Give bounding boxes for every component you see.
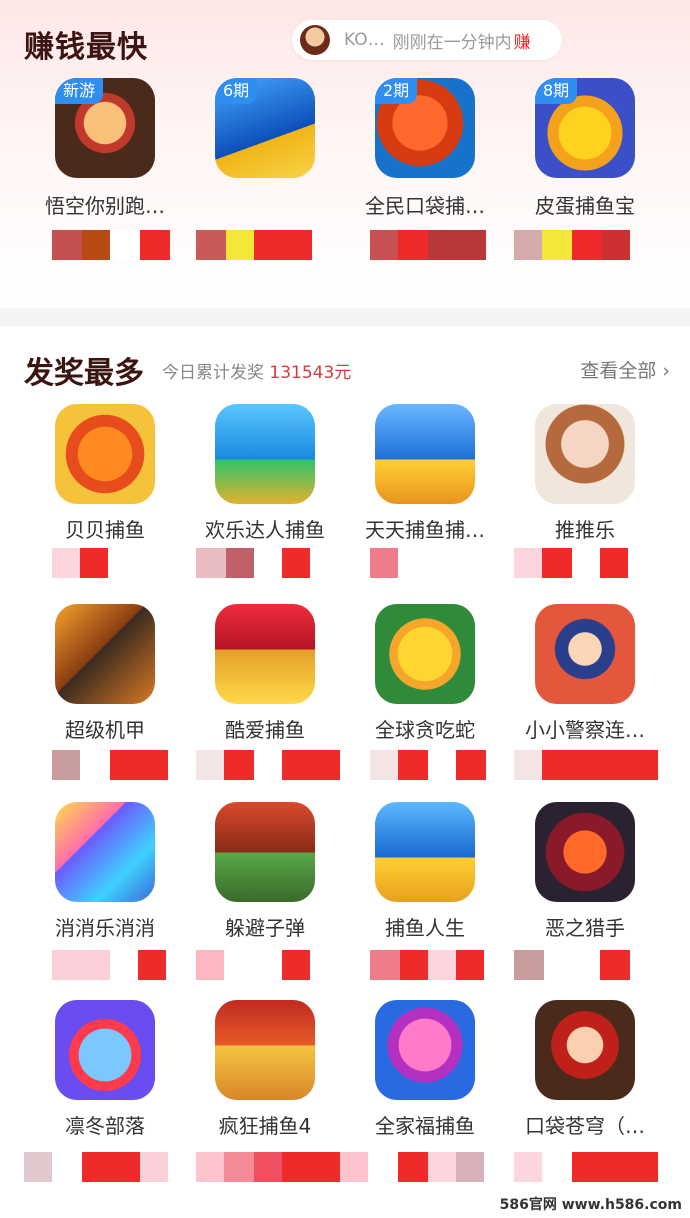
shark-treasure-icon: [375, 802, 475, 902]
period-badge: 6期: [215, 78, 258, 104]
award-app-5[interactable]: 超级机甲: [30, 604, 180, 743]
red-fish-icon: 2期: [375, 78, 475, 178]
shark-cannon-icon: [215, 404, 315, 504]
mech-ship-icon: [55, 604, 155, 704]
award-app-16[interactable]: 口袋苍穹（…: [510, 1000, 660, 1139]
award-app-9[interactable]: 消消乐消消: [30, 802, 180, 941]
watermark: 586官网 www.h586.com: [499, 1197, 682, 1213]
pink-fish-icon: [375, 1000, 475, 1100]
tank-icon: [215, 802, 315, 902]
top-section: 赚钱最快 KO… 刚刚在一分钟内 赚 新游 悟空你别跑… 6期 2期 全民口袋捕…: [0, 0, 690, 308]
period-badge: 2期: [375, 78, 418, 104]
redacted-block: [370, 230, 486, 260]
award-app-14[interactable]: 疯狂捕鱼4: [190, 1000, 340, 1139]
app-name: 躲避子弹: [225, 916, 305, 940]
hero-boy-icon: [535, 1000, 635, 1100]
app-name: 天天捕鱼捕…: [365, 518, 485, 542]
app-name: 酷爱捕鱼: [225, 718, 305, 742]
app-name: 欢乐达人捕鱼: [205, 518, 325, 542]
clownfish-icon: [55, 404, 155, 504]
shark-fishing-icon: 6期: [215, 78, 315, 178]
period-badge: 8期: [535, 78, 578, 104]
redacted-block: [196, 1152, 368, 1182]
award-app-2[interactable]: 欢乐达人捕鱼: [190, 404, 340, 543]
app-name: 全家福捕鱼: [375, 1114, 475, 1138]
app-name: 口袋苍穹（…: [525, 1114, 645, 1138]
award-app-13[interactable]: 凛冬部落: [30, 1000, 180, 1139]
redacted-block: [514, 548, 628, 578]
redacted-block: [514, 750, 658, 780]
award-subtitle-prefix: 今日累计发奖: [162, 363, 264, 383]
girl-portrait-icon: [535, 404, 635, 504]
app-name: 疯狂捕鱼4: [218, 1114, 312, 1138]
award-app-12[interactable]: 恶之猎手: [510, 802, 660, 941]
redacted-block: [398, 1152, 484, 1182]
app-name: 悟空你别跑…: [45, 194, 165, 218]
redacted-block: [196, 230, 312, 260]
redacted-block: [370, 950, 484, 980]
award-app-15[interactable]: 全家福捕鱼: [350, 1000, 500, 1139]
redacted-block: [52, 548, 108, 578]
redacted-block: [370, 548, 398, 578]
app-name: 凛冬部落: [65, 1114, 145, 1138]
award-subtitle: 今日累计发奖 131543元: [162, 358, 351, 383]
section-title-most-awards: 发奖最多: [24, 356, 144, 391]
app-name: 超级机甲: [65, 718, 145, 742]
app-name: 消消乐消消: [55, 916, 155, 940]
ticker-money: 赚: [513, 32, 531, 53]
fastest-app-3[interactable]: 2期 全民口袋捕…: [350, 78, 500, 219]
award-app-6[interactable]: 酷爱捕鱼: [190, 604, 340, 743]
redacted-block: [24, 1152, 168, 1182]
redacted-block: [370, 750, 486, 780]
redacted-block: [52, 750, 168, 780]
avatar: [300, 25, 330, 55]
app-name: 恶之猎手: [545, 916, 625, 940]
section-divider: [0, 308, 690, 326]
app-name: 推推乐: [555, 518, 615, 542]
award-header: 发奖最多 今日累计发奖 131543元 查看全部 ›: [0, 344, 690, 394]
award-amount: 131543元: [269, 363, 352, 383]
dragon-icon: [535, 802, 635, 902]
fastest-app-4[interactable]: 8期 皮蛋捕鱼宝: [510, 78, 660, 219]
award-app-7[interactable]: 全球贪吃蛇: [350, 604, 500, 743]
gold-fish-treasure-icon: 8期: [535, 78, 635, 178]
shark-gold-icon: [215, 604, 315, 704]
shark-vip-icon: [375, 404, 475, 504]
shark-boat-icon: [215, 1000, 315, 1100]
block-puzzle-icon: [55, 802, 155, 902]
app-name: 全民口袋捕…: [365, 194, 485, 218]
app-name: 皮蛋捕鱼宝: [535, 194, 635, 218]
section-title-fastest: 赚钱最快: [24, 30, 148, 65]
redacted-block: [52, 230, 170, 260]
award-app-11[interactable]: 捕鱼人生: [350, 802, 500, 941]
ticker-user: KO…: [344, 30, 385, 50]
redacted-block: [514, 950, 630, 980]
ticker-message: 刚刚在一分钟内: [392, 32, 512, 53]
award-app-1[interactable]: 贝贝捕鱼: [30, 404, 180, 543]
redacted-block: [514, 1152, 658, 1182]
earnings-ticker[interactable]: KO… 刚刚在一分钟内 赚: [292, 20, 562, 60]
redacted-block: [196, 950, 310, 980]
redacted-block: [52, 950, 166, 980]
period-badge: 新游: [55, 78, 104, 104]
app-name: 全球贪吃蛇: [375, 718, 475, 742]
fruit-cat-icon: [55, 1000, 155, 1100]
award-app-10[interactable]: 躲避子弹: [190, 802, 340, 941]
app-name: 捕鱼人生: [385, 916, 465, 940]
redacted-block: [196, 548, 310, 578]
wukong-game-icon: 新游: [55, 78, 155, 178]
fastest-app-2[interactable]: 6期: [190, 78, 340, 190]
yellow-pet-icon: [375, 604, 475, 704]
police-boy-icon: [535, 604, 635, 704]
see-all-link[interactable]: 查看全部 ›: [580, 356, 670, 383]
redacted-block: [514, 230, 630, 260]
award-app-4[interactable]: 推推乐: [510, 404, 660, 543]
award-app-8[interactable]: 小小警察连…: [510, 604, 660, 743]
fastest-app-1[interactable]: 新游 悟空你别跑…: [30, 78, 180, 219]
award-app-3[interactable]: 天天捕鱼捕…: [350, 404, 500, 543]
app-name: 贝贝捕鱼: [65, 518, 145, 542]
app-name: 小小警察连…: [525, 718, 645, 742]
redacted-block: [196, 750, 340, 780]
